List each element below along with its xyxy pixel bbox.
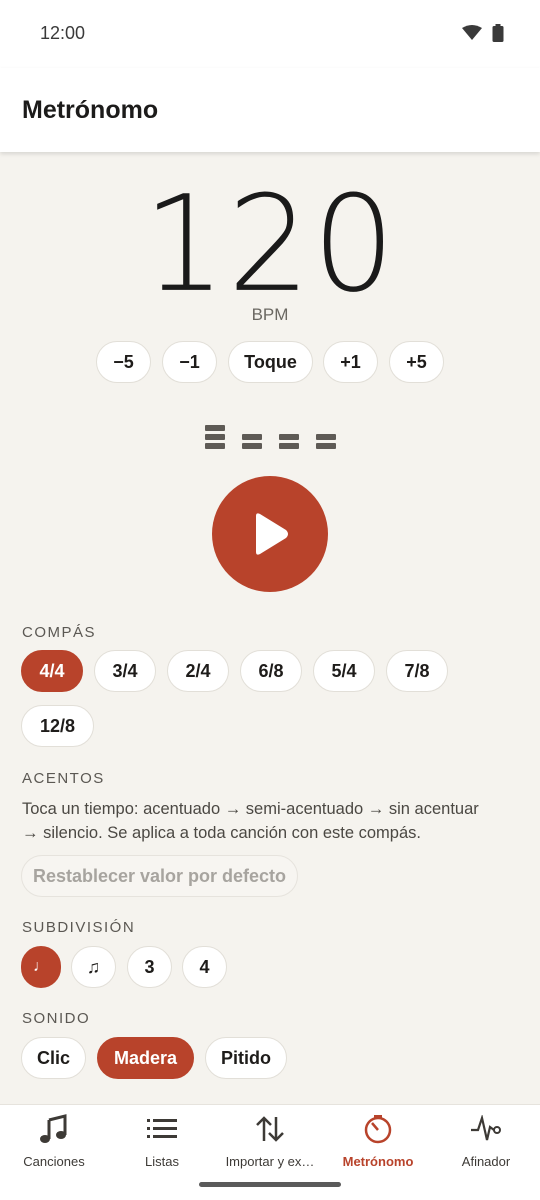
music-note-icon xyxy=(40,1114,67,1143)
beat-accent-bar xyxy=(316,443,336,449)
sound-option-wood[interactable]: Madera xyxy=(97,1037,194,1079)
bpm-value[interactable]: 120 xyxy=(0,166,540,321)
tempo-plus-1-button[interactable]: +1 xyxy=(323,341,378,383)
nav-label-metronome: Metrónomo xyxy=(342,1154,414,1169)
subdivision-option-triplet[interactable]: 3 xyxy=(127,946,172,988)
subdivision-option-sixteenth[interactable]: 4 xyxy=(182,946,227,988)
page-title: Metrónomo xyxy=(22,96,159,124)
beat-accent-bar xyxy=(205,443,225,449)
tap-tempo-button[interactable]: Toque xyxy=(228,341,313,383)
nav-label-import-export: Importar y ex… xyxy=(225,1154,315,1169)
sound-option-click[interactable]: Clic xyxy=(21,1037,86,1079)
tempo-minus-5-button[interactable]: −5 xyxy=(96,341,151,383)
battery-icon xyxy=(492,24,504,42)
import-export-icon xyxy=(256,1116,284,1142)
time-signature-label: COMPÁS xyxy=(22,624,97,641)
wifi-icon xyxy=(462,25,482,40)
time-signature-option-7-8[interactable]: 7/8 xyxy=(386,650,448,692)
beat-accent-bar xyxy=(205,434,225,440)
beat-accent-bar xyxy=(205,425,225,431)
app-bar: Metrónomo xyxy=(0,68,540,152)
nav-item-tuner[interactable]: Afinador xyxy=(432,1113,540,1173)
nav-item-metronome[interactable]: Metrónomo xyxy=(324,1113,432,1173)
tuner-icon xyxy=(471,1115,501,1141)
nav-item-lists[interactable]: Listas xyxy=(108,1113,216,1173)
play-button[interactable] xyxy=(212,476,328,592)
list-icon xyxy=(147,1119,177,1138)
nav-label-tuner: Afinador xyxy=(461,1154,511,1169)
subdivision-option-quarter[interactable]: ♩ xyxy=(21,946,61,988)
bpm-unit-label: BPM xyxy=(251,305,289,324)
accents-label: ACENTOS xyxy=(22,770,105,787)
nav-label-songs: Canciones xyxy=(23,1154,85,1169)
status-time: 12:00 xyxy=(40,23,86,43)
beat-accent-bar xyxy=(242,443,262,449)
nav-label-lists: Listas xyxy=(145,1154,179,1169)
time-signature-option-6-8[interactable]: 6/8 xyxy=(240,650,302,692)
time-signature-option-5-4[interactable]: 5/4 xyxy=(313,650,375,692)
beat-accent-bar xyxy=(279,434,299,440)
tempo-plus-5-button[interactable]: +5 xyxy=(389,341,444,383)
accents-description: Toca un tiempo: acentuado → semi-acentua… xyxy=(22,797,522,845)
time-signature-option-12-8[interactable]: 12/8 xyxy=(21,705,94,747)
home-indicator[interactable] xyxy=(199,1182,341,1187)
reset-accents-button[interactable]: Restablecer valor por defecto xyxy=(21,855,298,897)
time-signature-option-4-4[interactable]: 4/4 xyxy=(21,650,83,692)
beat-indicator-1[interactable] xyxy=(205,421,225,449)
beat-accent-bar xyxy=(279,443,299,449)
accents-description-line-2: → silencio. Se aplica a toda canción con… xyxy=(22,824,421,842)
sound-label: SONIDO xyxy=(22,1010,91,1027)
beat-indicator-4[interactable] xyxy=(316,421,336,449)
beat-indicator-2[interactable] xyxy=(242,421,262,449)
status-icons xyxy=(462,24,504,42)
beat-accent-bar xyxy=(242,434,262,440)
beat-indicator-3[interactable] xyxy=(279,421,299,449)
play-icon xyxy=(256,513,288,555)
subdivision-label: SUBDIVISIÓN xyxy=(22,919,136,936)
tempo-minus-1-button[interactable]: −1 xyxy=(162,341,217,383)
status-bar: 12:00 xyxy=(0,0,540,68)
time-signature-option-2-4[interactable]: 2/4 xyxy=(167,650,229,692)
sound-option-beep[interactable]: Pitido xyxy=(205,1037,287,1079)
nav-item-songs[interactable]: Canciones xyxy=(0,1113,108,1173)
time-signature-option-3-4[interactable]: 3/4 xyxy=(94,650,156,692)
beat-accent-bar xyxy=(316,434,336,440)
metronome-icon xyxy=(364,1115,392,1144)
subdivision-option-eighth[interactable]: ♫ xyxy=(71,946,116,988)
accents-description-line-1: Toca un tiempo: acentuado → semi-acentua… xyxy=(22,800,479,818)
nav-item-import-export[interactable]: Importar y ex… xyxy=(216,1113,324,1173)
